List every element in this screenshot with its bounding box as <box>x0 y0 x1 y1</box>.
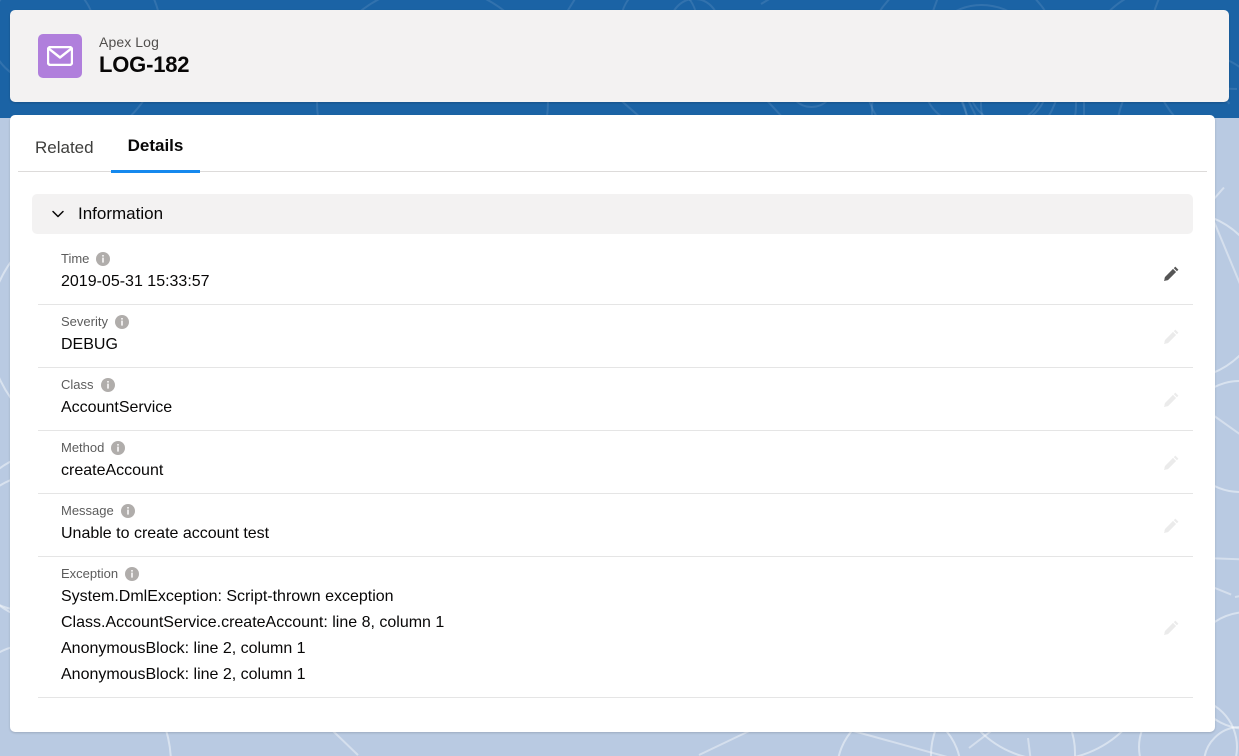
tab-related[interactable]: Related <box>18 138 111 172</box>
field-row-method: Method createAccount <box>38 431 1193 494</box>
field-value-class: AccountService <box>61 399 173 416</box>
field-label-method: Method <box>61 439 1149 457</box>
edit-exception-button[interactable] <box>1159 615 1183 639</box>
info-icon[interactable] <box>114 315 129 329</box>
field-row-severity: Severity DEBUG <box>38 305 1193 368</box>
info-icon[interactable] <box>120 504 135 518</box>
field-row-exception: Exception System.DmlException: Script-th… <box>38 557 1193 698</box>
edit-class-button[interactable] <box>1159 387 1183 411</box>
info-icon[interactable] <box>100 378 115 392</box>
field-value-message: Unable to create account test <box>61 525 270 542</box>
field-label-text: Class <box>61 377 94 392</box>
field-label-text: Time <box>61 251 90 266</box>
edit-severity-button[interactable] <box>1159 324 1183 348</box>
envelope-icon <box>38 34 82 78</box>
info-icon[interactable] <box>111 441 126 455</box>
page-title: LOG-182 <box>99 52 190 77</box>
field-label-time: Time <box>61 250 1149 268</box>
field-row-class: Class AccountService <box>38 368 1193 431</box>
edit-message-button[interactable] <box>1159 513 1183 537</box>
chevron-down-icon[interactable] <box>50 206 66 222</box>
info-icon[interactable] <box>96 252 111 266</box>
record-header: Apex Log LOG-182 <box>10 10 1229 102</box>
field-label-exception: Exception <box>61 565 1149 583</box>
field-value-method: createAccount <box>61 462 164 479</box>
field-row-message: Message Unable to create account test <box>38 494 1193 557</box>
tab-bar: Related Details <box>18 115 1207 173</box>
exception-line: AnonymousBlock: line 2, column 1 <box>61 640 306 657</box>
field-label-text: Message <box>61 503 114 518</box>
tab-details[interactable]: Details <box>110 136 201 173</box>
field-label-text: Method <box>61 440 105 455</box>
field-label-message: Message <box>61 502 1149 520</box>
info-icon[interactable] <box>125 567 140 581</box>
background-swirl-line <box>1234 568 1239 599</box>
field-label-class: Class <box>61 376 1149 394</box>
exception-line: AnonymousBlock: line 2, column 1 <box>61 666 306 683</box>
object-type-label: Apex Log <box>99 34 159 50</box>
field-row-time: Time 2019-05-31 15:33:57 <box>38 242 1193 305</box>
record-detail-card: Related Details Information Time 2019-05… <box>10 115 1215 732</box>
exception-line: Class.AccountService.createAccount: line… <box>61 614 445 631</box>
field-label-text: Severity <box>61 314 108 329</box>
exception-line: System.DmlException: Script-thrown excep… <box>61 588 394 605</box>
field-label-text: Exception <box>61 566 119 581</box>
edit-method-button[interactable] <box>1159 450 1183 474</box>
field-value-severity: DEBUG <box>61 336 118 353</box>
record-header-text: Apex Log LOG-182 <box>99 33 189 79</box>
field-list: Time 2019-05-31 15:33:57 Severity DEBUG … <box>38 242 1193 698</box>
edit-time-button[interactable] <box>1159 261 1183 285</box>
section-title: Information <box>78 204 164 223</box>
section-header-information[interactable]: Information <box>32 194 1193 234</box>
field-value-time: 2019-05-31 15:33:57 <box>61 273 210 290</box>
field-value-exception: System.DmlException: Script-thrown excep… <box>61 584 1149 688</box>
field-label-severity: Severity <box>61 313 1149 331</box>
